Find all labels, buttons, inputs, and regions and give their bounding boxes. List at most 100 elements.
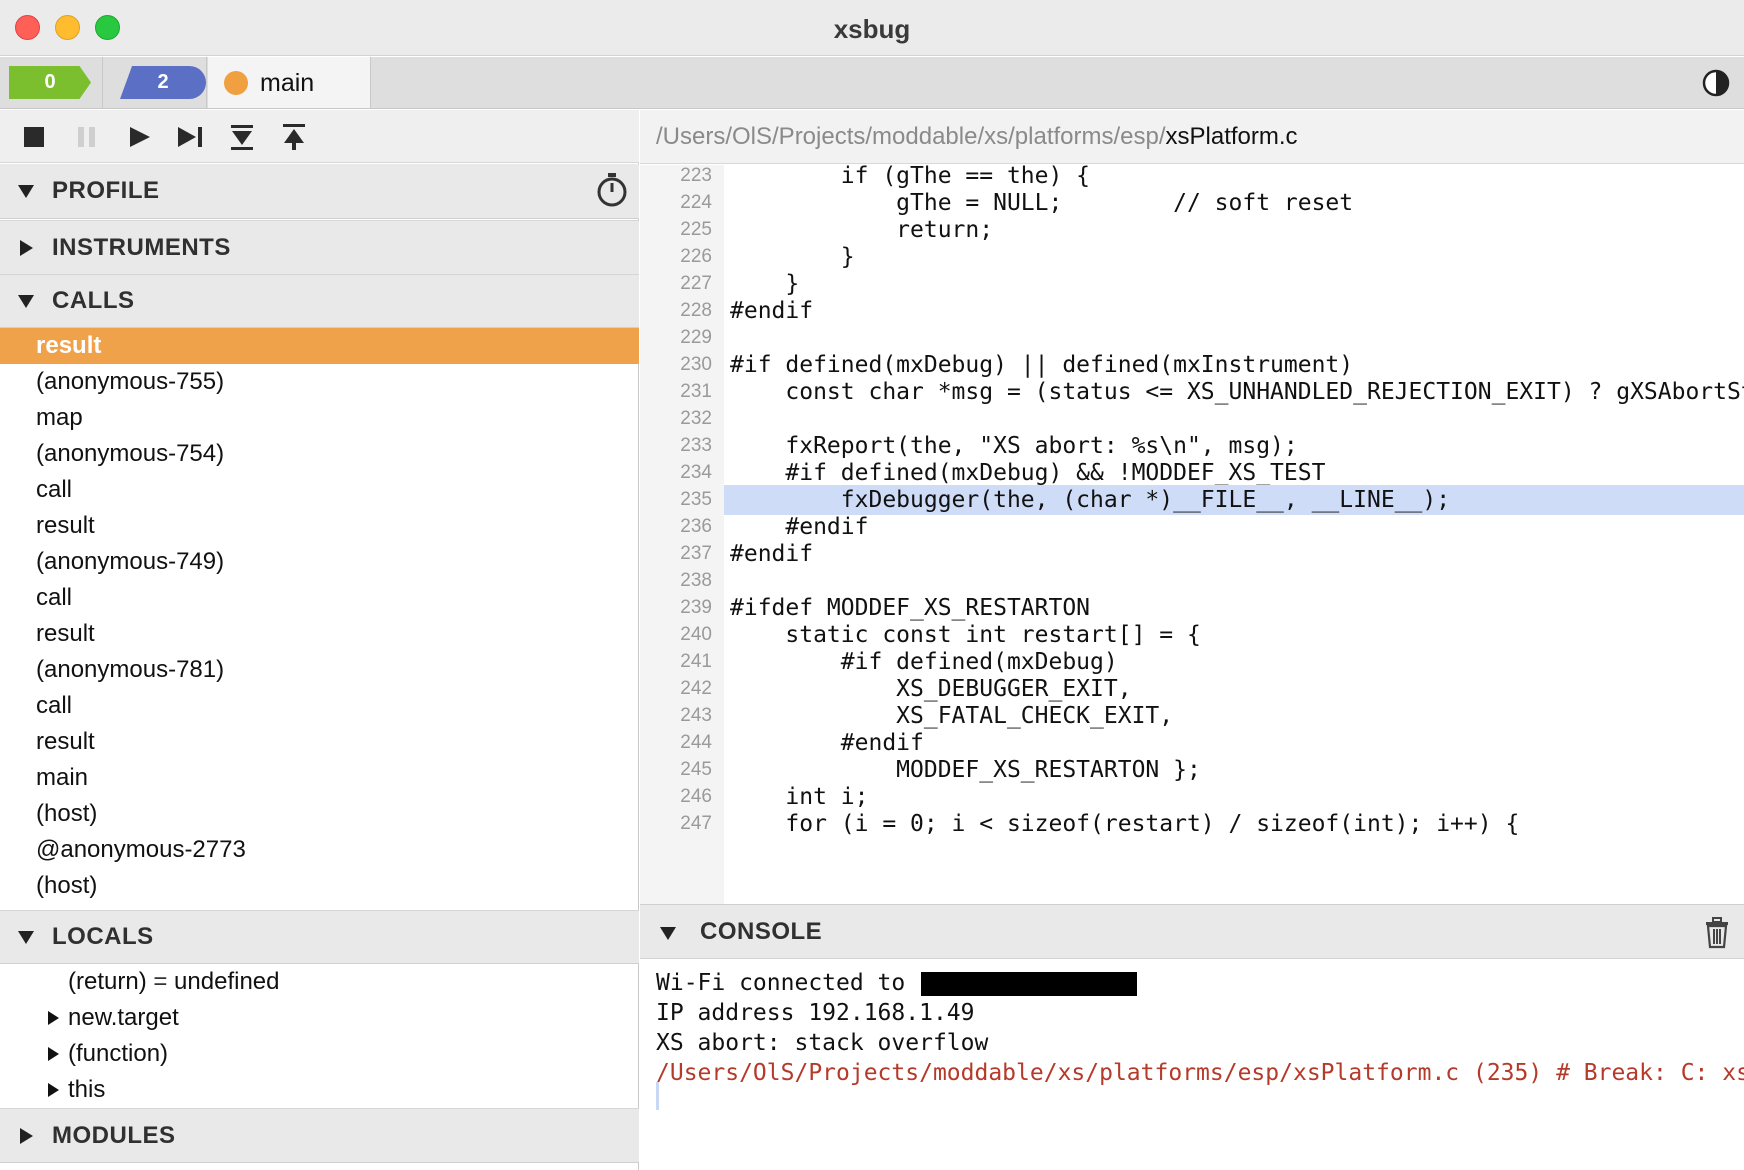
code-text: static const int restart[] = { [730, 622, 1201, 648]
expand-arrow-icon[interactable] [46, 1083, 60, 1097]
expand-arrow-icon[interactable] [46, 1011, 60, 1025]
file-path[interactable]: /Users/OlS/Projects/moddable/xs/platform… [656, 123, 1298, 151]
call-stack-item[interactable]: (host) [0, 868, 639, 904]
play-icon[interactable] [124, 123, 154, 151]
code-line[interactable]: 226 } [640, 242, 1744, 272]
code-line[interactable]: 243 XS_FATAL_CHECK_EXIT, [640, 701, 1744, 731]
step-in-icon[interactable] [227, 123, 257, 151]
local-variable-row[interactable]: new.target [0, 1000, 639, 1036]
code-line[interactable]: 238 [640, 566, 1744, 596]
line-number[interactable]: 225 [640, 215, 724, 245]
code-text: #if defined(mxDebug) && !MODDEF_XS_TEST [730, 460, 1326, 486]
stopwatch-icon[interactable] [595, 172, 629, 208]
call-stack-item[interactable]: map [0, 400, 639, 436]
line-number[interactable]: 247 [640, 809, 724, 839]
pause-icon[interactable] [72, 123, 102, 151]
console-section-header[interactable]: CONSOLE [640, 904, 1744, 959]
line-number[interactable]: 244 [640, 728, 724, 758]
code-line[interactable]: 233 fxReport(the, "XS abort: %s\n", msg)… [640, 431, 1744, 461]
line-number[interactable]: 226 [640, 242, 724, 272]
locals-section-header[interactable]: LOCALS [0, 910, 639, 964]
local-variable-row[interactable]: (function) [0, 1036, 639, 1072]
call-stack-item[interactable]: call [0, 472, 639, 508]
tab-breakpoints[interactable]: 0 [0, 57, 103, 108]
calls-section-header[interactable]: CALLS [0, 274, 639, 328]
line-number[interactable]: 233 [640, 431, 724, 461]
local-variable-row[interactable]: this [0, 1072, 639, 1108]
code-line[interactable]: 240 static const int restart[] = { [640, 620, 1744, 650]
line-number[interactable]: 239 [640, 593, 724, 623]
code-line[interactable]: 244 #endif [640, 728, 1744, 758]
call-stack-item[interactable]: result [0, 616, 639, 652]
line-number[interactable]: 236 [640, 512, 724, 542]
code-line[interactable]: 224 gThe = NULL; // soft reset [640, 188, 1744, 218]
code-line[interactable]: 247 for (i = 0; i < sizeof(restart) / si… [640, 809, 1744, 839]
code-line[interactable]: 227 } [640, 269, 1744, 299]
code-line[interactable]: 229 [640, 323, 1744, 353]
code-line[interactable]: 232 [640, 404, 1744, 434]
stop-icon[interactable] [20, 123, 50, 151]
call-stack-item[interactable]: call [0, 688, 639, 724]
code-line[interactable]: 239 #ifdef MODDEF_XS_RESTARTON [640, 593, 1744, 623]
code-line[interactable]: 231 const char *msg = (status <= XS_UNHA… [640, 377, 1744, 407]
line-number[interactable]: 224 [640, 188, 724, 218]
line-number[interactable]: 230 [640, 350, 724, 380]
call-stack-item[interactable]: (anonymous-749) [0, 544, 639, 580]
step-out-icon[interactable] [279, 123, 309, 151]
line-number[interactable]: 243 [640, 701, 724, 731]
line-number[interactable]: 246 [640, 782, 724, 812]
call-stack-item[interactable]: result [0, 508, 639, 544]
line-number[interactable]: 229 [640, 323, 724, 353]
console-error-line[interactable]: /Users/OlS/Projects/moddable/xs/platform… [656, 1058, 1744, 1088]
call-stack-item[interactable]: result [0, 328, 639, 364]
disclosure-open-icon [18, 185, 34, 198]
code-line[interactable]: 245 MODDEF_XS_RESTARTON }; [640, 755, 1744, 785]
code-line[interactable]: 237 #endif [640, 539, 1744, 569]
source-code-view[interactable]: 223 if (gThe == the) {224 gThe = NULL; /… [640, 165, 1744, 904]
call-stack-item[interactable]: (host) [0, 796, 639, 832]
console-input-caret[interactable] [656, 1082, 659, 1110]
code-line[interactable]: 241 #if defined(mxDebug) [640, 647, 1744, 677]
modules-section-header[interactable]: MODULES [0, 1108, 639, 1163]
line-number[interactable]: 227 [640, 269, 724, 299]
code-line[interactable]: 234 #if defined(mxDebug) && !MODDEF_XS_T… [640, 458, 1744, 488]
code-line[interactable]: 225 return; [640, 215, 1744, 245]
tab-main-machine[interactable]: main [208, 57, 371, 108]
line-number[interactable]: 237 [640, 539, 724, 569]
call-stack-item[interactable]: call [0, 580, 639, 616]
line-number[interactable]: 228 [640, 296, 724, 326]
line-number[interactable]: 234 [640, 458, 724, 488]
call-stack-item[interactable]: (anonymous-781) [0, 652, 639, 688]
tab-messages[interactable]: 2 [104, 57, 207, 108]
code-line[interactable]: 236 #endif [640, 512, 1744, 542]
code-line[interactable]: 235 fxDebugger(the, (char *)__FILE__, __… [640, 485, 1744, 515]
call-stack-item[interactable]: result [0, 724, 639, 760]
locals-list: (return) = undefined new.target (functio… [0, 964, 639, 1108]
line-number[interactable]: 235 [640, 485, 724, 515]
code-line[interactable]: 242 XS_DEBUGGER_EXIT, [640, 674, 1744, 704]
call-stack-item[interactable]: (anonymous-754) [0, 436, 639, 472]
disclosure-closed-icon [20, 239, 33, 256]
call-stack-item[interactable]: (anonymous-755) [0, 364, 639, 400]
profile-section-header[interactable]: PROFILE [0, 164, 639, 219]
line-number[interactable]: 242 [640, 674, 724, 704]
code-line[interactable]: 230 #if defined(mxDebug) || defined(mxIns… [640, 350, 1744, 380]
expand-arrow-icon[interactable] [46, 1047, 60, 1061]
line-number[interactable]: 241 [640, 647, 724, 677]
line-number[interactable]: 238 [640, 566, 724, 596]
locals-section-label: LOCALS [52, 923, 154, 950]
line-number[interactable]: 232 [640, 404, 724, 434]
trash-icon[interactable] [1704, 917, 1730, 949]
line-number[interactable]: 245 [640, 755, 724, 785]
call-stack-item[interactable]: main [0, 760, 639, 796]
call-stack-item[interactable]: @anonymous-2773 [0, 832, 639, 868]
line-number[interactable]: 231 [640, 377, 724, 407]
instruments-section-header[interactable]: INSTRUMENTS [0, 220, 639, 275]
console-output[interactable]: Wi-Fi connected to IP address 192.168.1.… [640, 960, 1744, 1170]
code-line[interactable]: 228 #endif [640, 296, 1744, 326]
line-number[interactable]: 240 [640, 620, 724, 650]
code-line[interactable]: 246 int i; [640, 782, 1744, 812]
step-icon[interactable] [176, 123, 206, 151]
appearance-toggle-icon[interactable] [1702, 69, 1730, 97]
local-variable-row[interactable]: (return) = undefined [0, 964, 639, 1000]
